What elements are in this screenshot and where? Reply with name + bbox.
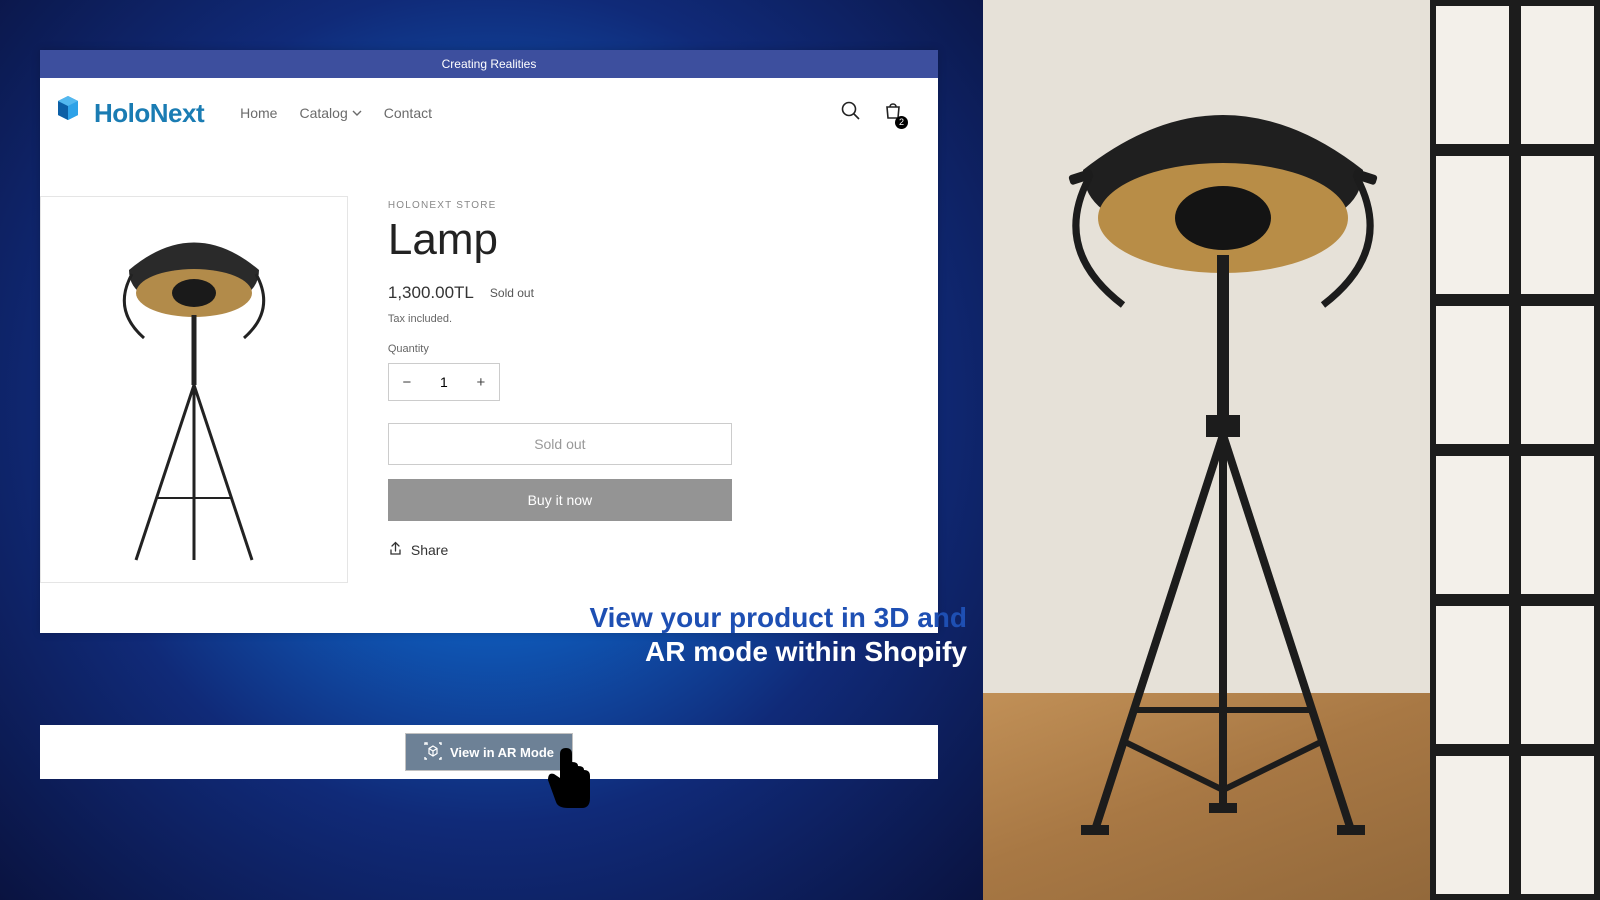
price-row: 1,300.00TL Sold out	[388, 283, 938, 303]
sold-out-button[interactable]: Sold out	[388, 423, 732, 465]
qty-decrement-button[interactable]: −	[389, 364, 425, 400]
share-label: Share	[411, 542, 448, 558]
marketing-line1: View your product in 3D and	[589, 602, 967, 634]
window-pane	[1515, 300, 1600, 450]
cart-icon[interactable]: 2	[882, 100, 904, 127]
product-title: Lamp	[388, 215, 938, 265]
window-pane	[1515, 600, 1600, 750]
quantity-stepper: − 1 +	[388, 363, 500, 401]
brand-logo[interactable]: HoloNext	[48, 93, 204, 133]
product-price: 1,300.00TL	[388, 283, 474, 303]
lamp-illustration-icon	[44, 210, 344, 570]
qty-value: 1	[425, 374, 463, 390]
ar-bar: View in AR Mode	[40, 725, 938, 779]
nav-contact[interactable]: Contact	[384, 105, 432, 121]
nav-icons: 2	[840, 100, 930, 127]
availability-label: Sold out	[490, 286, 534, 300]
lamp-in-room-icon	[1003, 90, 1443, 870]
storefront-panel: Creating Realities HoloNext Home Catalog	[40, 50, 938, 633]
promo-left-region: Creating Realities HoloNext Home Catalog	[0, 0, 983, 900]
product-area: HOLONEXT STORE Lamp 1,300.00TL Sold out …	[40, 148, 938, 583]
window-pane	[1515, 150, 1600, 300]
ar-cube-icon	[424, 742, 442, 763]
product-image[interactable]	[40, 196, 348, 583]
window-pane	[1515, 750, 1600, 900]
marketing-caption: View your product in 3D and AR mode with…	[589, 602, 967, 668]
room-preview	[983, 0, 1600, 900]
nav-links: Home Catalog Contact	[240, 105, 432, 121]
nav-home[interactable]: Home	[240, 105, 277, 121]
tax-label: Tax included.	[388, 313, 938, 325]
cursor-hand-icon	[540, 748, 600, 819]
site-nav: HoloNext Home Catalog Contact 2	[40, 78, 938, 148]
buy-now-button[interactable]: Buy it now	[388, 479, 732, 521]
window-grid	[1430, 0, 1600, 900]
cart-badge: 2	[895, 116, 908, 129]
marketing-line2: AR mode within Shopify	[589, 636, 967, 668]
product-details: HOLONEXT STORE Lamp 1,300.00TL Sold out …	[348, 196, 938, 583]
quantity-label: Quantity	[388, 343, 938, 355]
share-button[interactable]: Share	[388, 541, 938, 559]
announcement-text: Creating Realities	[442, 57, 537, 71]
share-icon	[388, 541, 403, 559]
chevron-down-icon	[352, 105, 362, 121]
nav-catalog[interactable]: Catalog	[299, 105, 361, 121]
announcement-bar: Creating Realities	[40, 50, 938, 78]
vendor-label: HOLONEXT STORE	[388, 200, 938, 211]
search-icon[interactable]	[840, 100, 862, 127]
window-pane	[1515, 0, 1600, 150]
nav-catalog-label: Catalog	[299, 105, 347, 121]
qty-increment-button[interactable]: +	[463, 364, 499, 400]
brand-mark-icon	[48, 93, 88, 133]
window-pane	[1515, 450, 1600, 600]
brand-name: HoloNext	[94, 98, 204, 129]
view-ar-label: View in AR Mode	[450, 745, 554, 760]
